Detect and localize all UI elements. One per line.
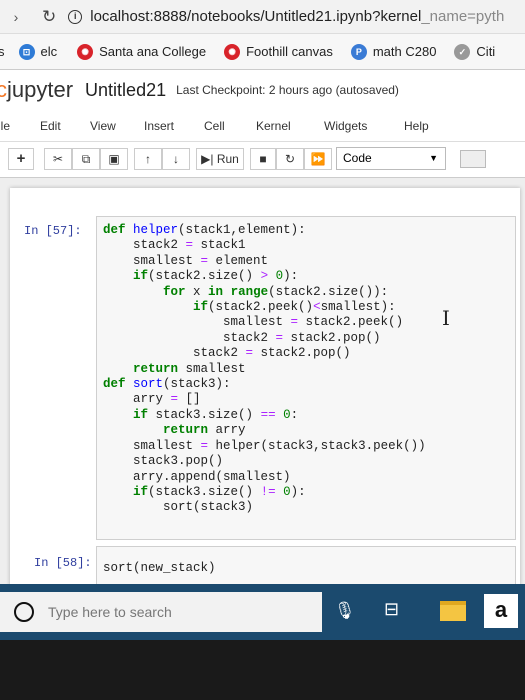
paste-icon[interactable]: ▣ [100, 148, 128, 170]
forward-icon[interactable]: › [8, 9, 24, 25]
bookmark-icon: ⊡ [18, 43, 35, 60]
info-icon[interactable]: i [68, 9, 83, 24]
menu-edit[interactable]: Edit [40, 119, 61, 133]
autosave-text: (autosaved) [335, 83, 399, 97]
menu-file[interactable]: ile [0, 119, 10, 133]
search-placeholder: Type here to search [48, 604, 172, 620]
reload-icon[interactable]: ↻ [42, 7, 56, 27]
jupyter-logo[interactable]: cjupyter [0, 77, 73, 103]
bookmark-label: Foothill canvas [246, 44, 333, 59]
bookmarks-bar: s ⊡ elc ✺ Santa ana College ✺ Foothill c… [0, 34, 525, 70]
move-down-icon[interactable]: ↓ [162, 148, 190, 170]
bookmark-icon: ✺ [224, 43, 241, 60]
microphone-icon[interactable]: 🎙 [334, 601, 356, 621]
url-field[interactable]: localhost:8888/notebooks/Untitled21.ipyn… [90, 8, 504, 25]
bookmark-citi[interactable]: ✓ Citi [454, 43, 496, 60]
code-cell[interactable]: def helper(stack1,element): stack2 = sta… [96, 216, 516, 540]
menu-kernel[interactable]: Kernel [256, 119, 291, 133]
chevron-down-icon: ▼ [429, 153, 438, 163]
screen: › ↻ i localhost:8888/notebooks/Untitled2… [0, 0, 525, 640]
bookmark-s[interactable]: s [0, 44, 5, 59]
cell-type-select[interactable]: Code ▼ [336, 147, 446, 170]
url-text: localhost:8888/notebooks/Untitled21.ipyn… [90, 8, 422, 25]
bookmark-label: Citi [476, 44, 496, 59]
bookmark-math[interactable]: P math C280 [350, 43, 437, 60]
bookmark-label: elc [40, 44, 58, 59]
cell-type-value: Code [343, 151, 372, 165]
move-up-icon[interactable]: ↑ [134, 148, 162, 170]
bookmark-icon: ✺ [77, 43, 94, 60]
menu-widgets[interactable]: Widgets [324, 119, 367, 133]
cortana-icon[interactable] [14, 602, 34, 622]
cell-prompt: In [57]: [24, 224, 82, 238]
keyboard-icon[interactable] [460, 150, 486, 168]
add-cell-button[interactable]: + [8, 148, 34, 170]
notebook-page: In [57]: def helper(stack1,element): sta… [10, 188, 520, 590]
menu-help[interactable]: Help [404, 119, 429, 133]
restart-icon[interactable]: ↻ [276, 148, 304, 170]
code-text: def helper(stack1,element): stack2 = sta… [103, 223, 426, 515]
checkpoint-status: Last Checkpoint: 2 hours ago (autosaved) [176, 83, 399, 97]
cell-prompt: In [58]: [34, 556, 92, 570]
task-view-icon[interactable]: ⊟ [384, 599, 399, 620]
jupyter-header: cjupyter Untitled21 Last Checkpoint: 2 h… [0, 70, 525, 110]
menu-view[interactable]: View [90, 119, 116, 133]
interrupt-icon[interactable]: ■ [250, 148, 276, 170]
search-box[interactable]: Type here to search [0, 592, 322, 632]
checkpoint-text: Last Checkpoint: 2 hours ago [176, 83, 333, 97]
menu-bar: ile Edit View Insert Cell Kernel Widgets… [0, 110, 525, 142]
bookmark-elc[interactable]: ⊡ elc [18, 43, 58, 60]
notebook-toolbar: + ✂ ⧉ ▣ ↑ ↓ ▶| Run ■ ↻ ⏩ Code ▼ [0, 142, 525, 178]
text-cursor-icon: I [442, 306, 450, 330]
address-bar: › ↻ i localhost:8888/notebooks/Untitled2… [0, 0, 525, 34]
restart-run-all-icon[interactable]: ⏩ [304, 148, 332, 170]
jupyter-logo-text: jupyter [7, 77, 74, 102]
bookmark-label: s [0, 44, 5, 59]
menu-insert[interactable]: Insert [144, 119, 174, 133]
amazon-app-icon[interactable]: a [484, 594, 518, 628]
file-explorer-icon[interactable] [440, 601, 466, 621]
url-text-faded: _name=pyth [421, 8, 505, 25]
jupyter-logo-arc: c [0, 77, 7, 102]
notebook-name[interactable]: Untitled21 [85, 80, 166, 101]
bookmark-icon: P [350, 43, 367, 60]
notebook-area: In [57]: def helper(stack1,element): sta… [0, 178, 525, 590]
bookmark-santa-ana[interactable]: ✺ Santa ana College [77, 43, 207, 60]
windows-taskbar: Type here to search 🎙 ⊟ a [0, 584, 525, 640]
run-button[interactable]: ▶| Run [196, 148, 244, 170]
run-label: Run [216, 152, 239, 166]
bookmark-label: Santa ana College [99, 44, 207, 59]
copy-icon[interactable]: ⧉ [72, 148, 100, 170]
cut-icon[interactable]: ✂ [44, 148, 72, 170]
menu-cell[interactable]: Cell [204, 119, 225, 133]
code-text: sort(new_stack) [103, 561, 216, 575]
bookmark-label: math C280 [372, 44, 437, 59]
bookmark-icon: ✓ [454, 43, 471, 60]
bookmark-foothill[interactable]: ✺ Foothill canvas [224, 43, 333, 60]
